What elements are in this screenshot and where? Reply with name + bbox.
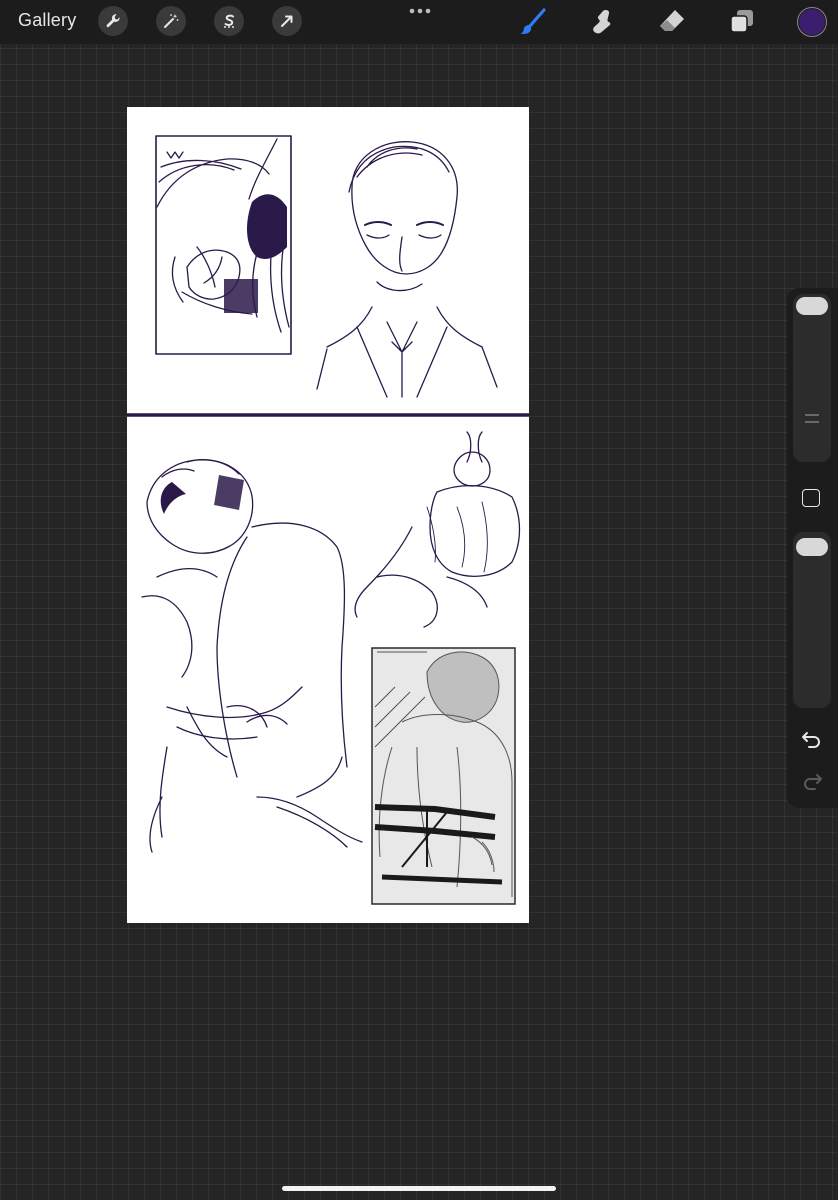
wrench-icon[interactable] (98, 6, 128, 36)
undo-icon[interactable] (801, 730, 823, 748)
opacity-slider-handle[interactable] (796, 538, 828, 556)
reference-image-panel (371, 647, 516, 905)
redo-icon[interactable] (801, 772, 823, 790)
brush-size-slider-handle[interactable] (796, 297, 828, 315)
side-bar (787, 288, 838, 808)
opacity-slider[interactable] (793, 532, 831, 708)
artwork-sketch (125, 135, 531, 905)
smudge-icon[interactable] (586, 6, 618, 38)
top-toolbar: Gallery (0, 0, 838, 44)
selection-s-icon[interactable] (214, 6, 244, 36)
home-indicator[interactable] (282, 1186, 556, 1191)
ellipsis-icon[interactable] (405, 4, 435, 18)
brush-size-slider[interactable] (793, 294, 831, 462)
eraser-icon[interactable] (656, 6, 688, 38)
slider-tick (805, 414, 819, 416)
brush-icon[interactable] (517, 6, 549, 38)
magic-wand-icon[interactable] (156, 6, 186, 36)
slider-tick (805, 421, 819, 423)
active-color-swatch (799, 9, 825, 35)
color-picker-button[interactable] (797, 7, 827, 37)
drawing-canvas[interactable] (125, 107, 531, 923)
gallery-button[interactable]: Gallery (18, 10, 76, 31)
transform-arrow-icon[interactable] (272, 6, 302, 36)
modify-button[interactable] (802, 489, 820, 507)
layers-icon[interactable] (726, 6, 758, 38)
